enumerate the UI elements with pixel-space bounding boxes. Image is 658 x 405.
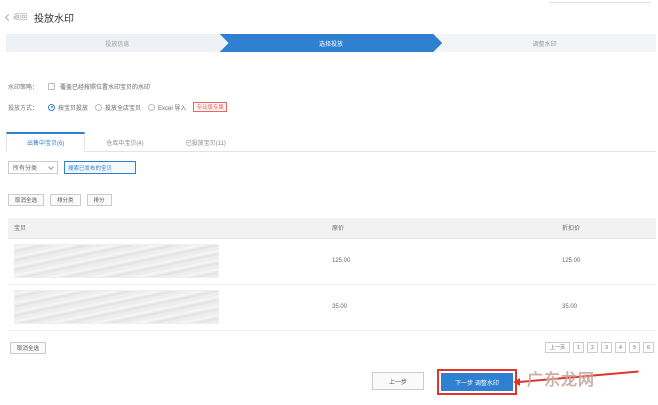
tab-warehouse[interactable]: 仓库中宝贝(4) <box>85 132 164 152</box>
filter-row: 所有分类 搜索已发布的宝贝 <box>8 161 136 174</box>
pagination: 上一页 1 2 3 4 5 6 <box>542 342 654 353</box>
step-progress: 投放信息 选择投放 调整水印 <box>6 34 657 52</box>
col-header-discount: 折扣价 <box>556 218 656 239</box>
table-header-row: 宝贝 原价 折扣价 <box>8 218 656 239</box>
chevron-down-icon <box>48 163 54 170</box>
page-button[interactable]: 5 <box>629 342 640 353</box>
radio-option-excel[interactable]: Excel 导入 <box>148 103 186 112</box>
divider <box>550 0 650 3</box>
discount-cell: 125.00 <box>556 238 656 285</box>
category-select-value: 所有分类 <box>13 166 38 172</box>
step-1: 投放信息 <box>6 34 229 52</box>
next-step-button[interactable]: 下一步 调整水印 <box>441 373 513 391</box>
page-button[interactable]: 2 <box>587 342 598 353</box>
radio-selected[interactable] <box>48 103 55 111</box>
step-2-active: 选择投放 <box>220 34 443 52</box>
top-bar: 返回 投放水印 <box>0 0 658 30</box>
category-select[interactable]: 所有分类 <box>8 161 58 174</box>
price-cell: 35.00 <box>326 284 556 331</box>
overwrite-checkbox[interactable] <box>48 83 55 90</box>
step-3: 调整水印 <box>433 34 657 52</box>
site-watermark: 广东龙网 <box>527 372 596 389</box>
overwrite-checkbox-label: 覆盖已经按照位置水印宝贝的水印 <box>60 85 151 91</box>
item-thumbnail <box>14 290 219 324</box>
deselect-all-button[interactable]: 取消全选 <box>8 194 45 206</box>
arrow-left-icon <box>513 378 520 386</box>
item-tabs: 出售中宝贝(6) 仓库中宝贝(4) 已投放宝贝(11) <box>6 132 656 152</box>
delivery-mode-row: 投放方式： 按宝贝投放 投放全店宝贝 Excel 导入 专业版专属 <box>8 102 227 112</box>
watermark-strategy-row: 水印策略： 覆盖已经按照位置水印宝贝的水印 <box>8 82 150 91</box>
chevron-left-icon <box>4 13 13 21</box>
search-input[interactable]: 搜索已发布的宝贝 <box>64 161 136 174</box>
discount-cell: 35.00 <box>556 284 656 331</box>
next-step-highlight: 下一步 调整水印 <box>437 369 517 395</box>
col-header-item: 宝贝 <box>8 218 326 239</box>
sort-category-button[interactable]: 排分类 <box>50 194 81 206</box>
item-cell <box>8 238 326 285</box>
previous-step-button[interactable]: 上一步 <box>372 372 424 390</box>
pro-badge: 专业版专属 <box>193 102 227 112</box>
mode-label: 投放方式： <box>8 105 39 112</box>
table-row[interactable]: 35.00 35.00 <box>8 284 656 331</box>
back-link[interactable]: 返回 <box>4 12 27 22</box>
radio-option-all-store[interactable]: 投放全店宝贝 <box>95 103 141 112</box>
strategy-label: 水印策略： <box>8 85 39 91</box>
bottom-deselect-all-button[interactable]: 取消全选 <box>10 342 47 354</box>
page-button[interactable]: 4 <box>615 342 626 353</box>
sort-button[interactable]: 排分 <box>86 194 112 206</box>
page-prev-button[interactable]: 上一页 <box>544 342 570 353</box>
table-row[interactable]: 125.00 125.00 <box>8 238 656 285</box>
item-thumbnail <box>14 244 219 278</box>
items-table: 宝贝 原价 折扣价 125.00 125.00 35.00 35.00 <box>8 218 656 331</box>
col-header-price: 原价 <box>326 218 556 239</box>
action-buttons: 取消全选 排分类 排分 <box>8 194 118 206</box>
page-title: 投放水印 <box>34 14 74 25</box>
back-label: 返回 <box>13 14 27 21</box>
price-cell: 125.00 <box>326 238 556 285</box>
radio-unselected[interactable] <box>95 103 103 111</box>
page-button[interactable]: 1 <box>573 342 584 353</box>
radio-option-by-item[interactable]: 按宝贝投放 <box>48 103 88 112</box>
tab-delivered[interactable]: 已投放宝贝(11) <box>165 132 247 152</box>
item-cell <box>8 284 326 331</box>
radio-unselected[interactable] <box>148 103 156 111</box>
page-button[interactable]: 6 <box>643 342 654 353</box>
tab-on-sale[interactable]: 出售中宝贝(6) <box>6 132 86 152</box>
page-button[interactable]: 3 <box>601 342 612 353</box>
